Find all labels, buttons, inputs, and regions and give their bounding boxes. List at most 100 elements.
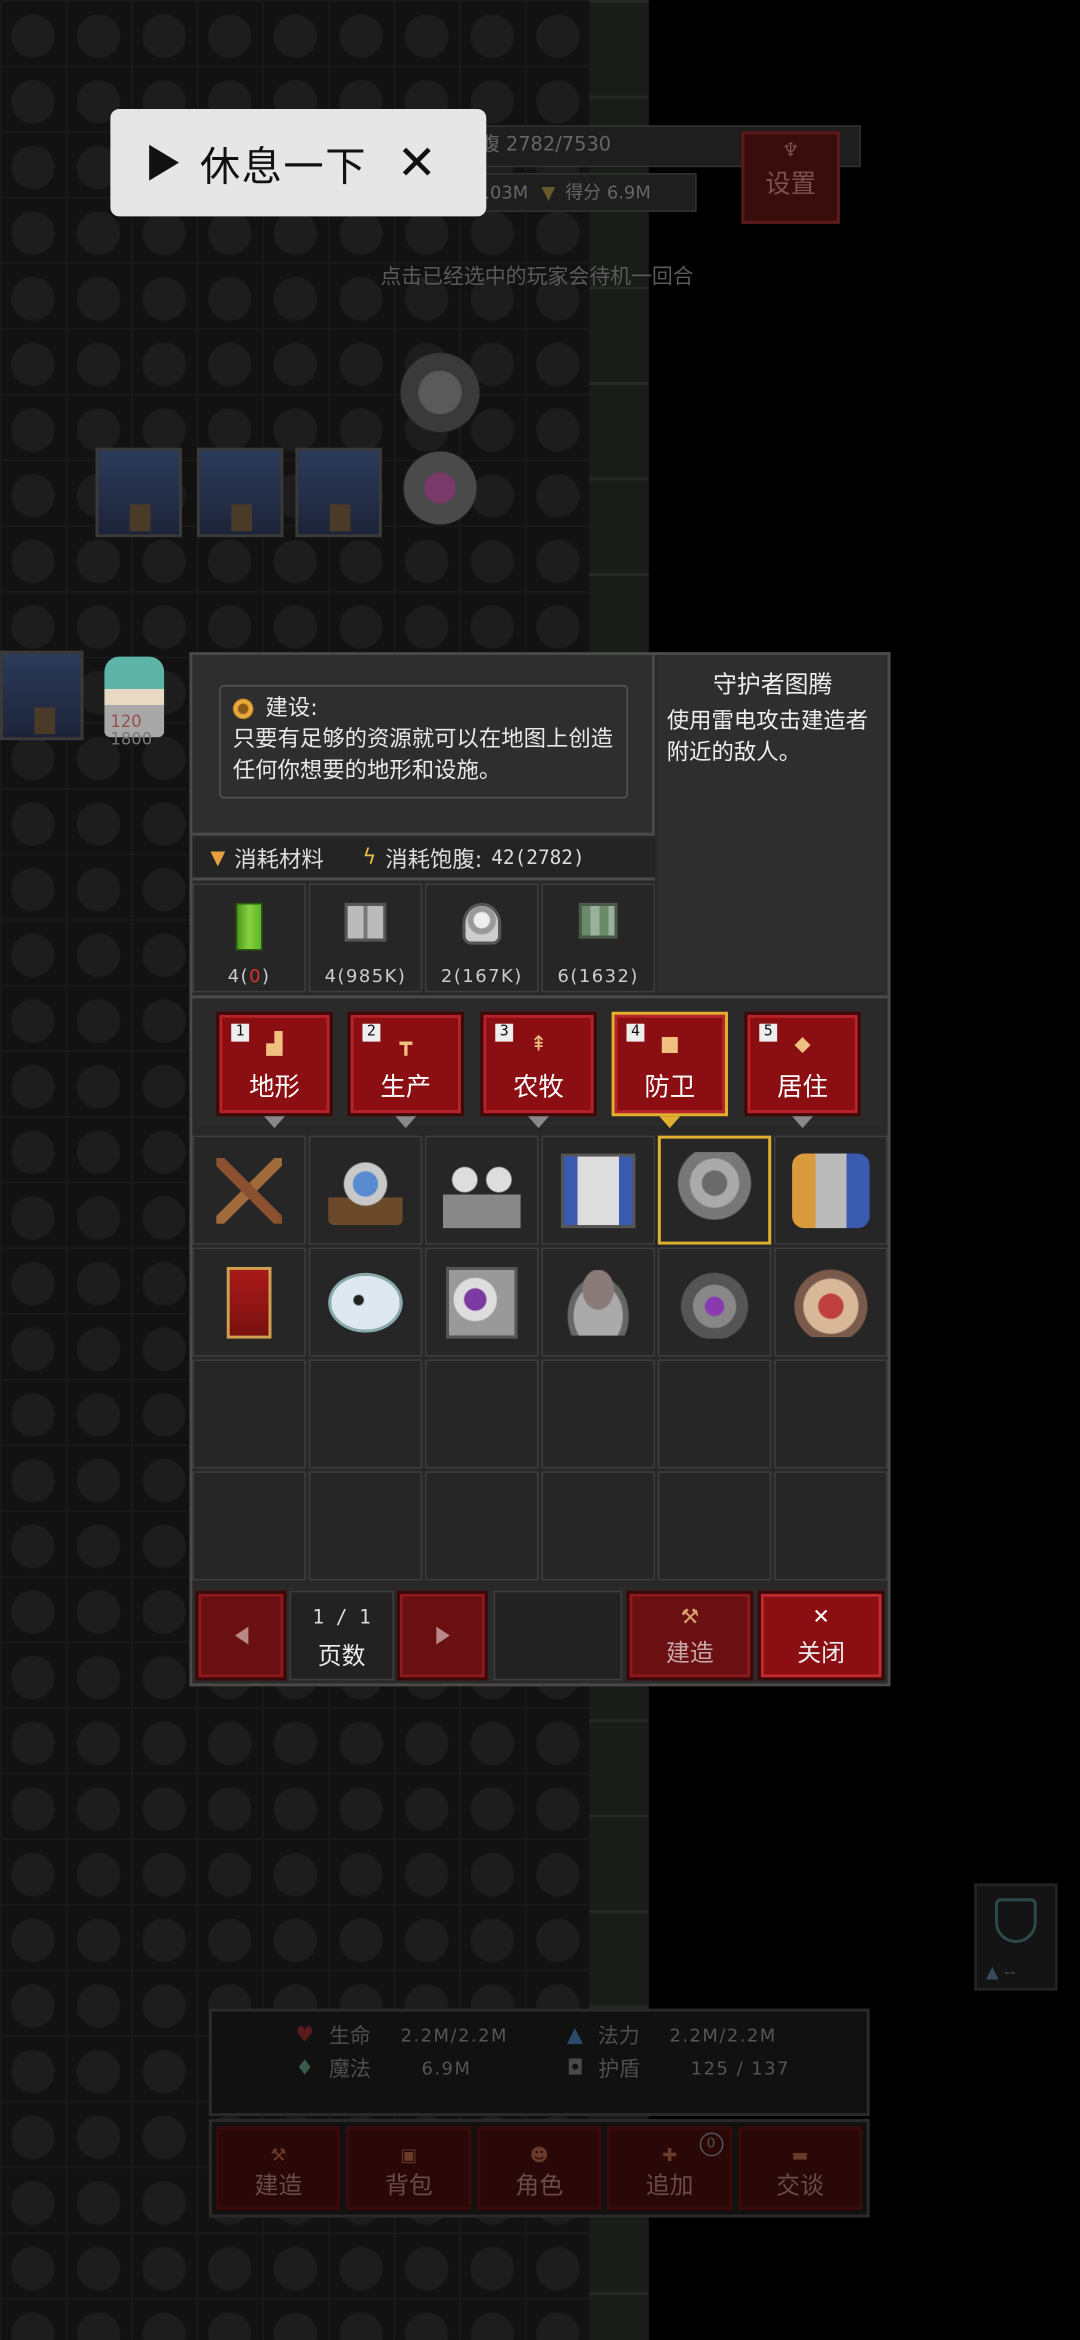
mech-turret-icon — [677, 1266, 752, 1338]
book-icon — [344, 902, 387, 942]
empty-slot[interactable] — [774, 1471, 888, 1581]
shield-label: 护盾 — [598, 2057, 641, 2082]
nav-bag-button[interactable]: ▣ 背包 — [346, 2126, 472, 2211]
purple-box-icon — [446, 1266, 518, 1338]
settings-icon: ♆ — [781, 140, 800, 163]
ballista-icon — [328, 1155, 403, 1225]
map-totem[interactable] — [396, 447, 484, 538]
crossed-sticks-icon — [216, 1157, 282, 1223]
green-crystal-icon — [235, 902, 263, 951]
map-building[interactable] — [95, 447, 182, 538]
build-info-title: 建设: — [265, 693, 318, 721]
tab-number: 2 — [362, 1023, 381, 1042]
stats-panel: ♥ 生命 2.2M/2.2M ▲ 法力 2.2M/2.2M ♦ 魔法 6.9M … — [208, 2008, 870, 2117]
material-need: 2 — [440, 965, 454, 987]
building-slot[interactable] — [425, 1247, 539, 1357]
building-slot[interactable] — [192, 1247, 306, 1357]
build-info-box: 建设: 只要有足够的资源就可以在地图上创造任何你想要的地形和设施。 — [192, 655, 655, 836]
nav-talk-button[interactable]: ▬ 交谈 — [737, 2126, 863, 2211]
map-totem[interactable] — [396, 352, 484, 442]
empty-slot[interactable] — [192, 1471, 306, 1581]
cost-satiety-label: 消耗饱腹: — [385, 845, 483, 873]
close-button[interactable]: ✕ 关闭 — [757, 1590, 885, 1681]
trophy-icon: ▼ — [541, 182, 556, 203]
empty-slot[interactable] — [308, 1471, 423, 1581]
side-shield-widget[interactable]: ▲ -- — [974, 1883, 1058, 1991]
empty-slot[interactable] — [425, 1471, 539, 1581]
shield-icon — [994, 1898, 1037, 1943]
magic-label: 魔法 — [329, 2057, 371, 2082]
empty-slot[interactable] — [541, 1471, 655, 1581]
page-indicator: 1 / 1 页数 — [289, 1590, 394, 1681]
tab-farming[interactable]: 3 ⇞ 农牧 — [480, 1011, 597, 1129]
lightning-icon: ϟ — [362, 846, 377, 871]
build-info: 建设: 只要有足够的资源就可以在地图上创造任何你想要的地形和设施。 — [219, 684, 629, 799]
material-have: 0 — [249, 965, 263, 987]
cannon-icon — [792, 1152, 870, 1228]
building-slot-selected[interactable] — [657, 1135, 772, 1245]
empty-slot[interactable] — [192, 1359, 306, 1469]
building-slot[interactable] — [541, 1247, 655, 1357]
tab-terrain[interactable]: 1 ▟ 地形 — [216, 1011, 333, 1129]
building-slot[interactable] — [192, 1135, 306, 1245]
material-slot[interactable]: 4(0) — [192, 883, 306, 993]
nav-build-button[interactable]: ⚒ 建造 — [216, 2126, 341, 2211]
materials-row: 4(0) 4(985K) 2(167K) 6(1632) — [192, 883, 655, 993]
tab-pointer-icon — [659, 1116, 681, 1129]
mp-value: 2.2M/2.2M — [669, 2025, 777, 2046]
pause-button[interactable]: 休息一下 ✕ — [110, 108, 487, 217]
building-slot[interactable] — [308, 1247, 423, 1357]
cost-materials-label: 消耗材料 — [234, 845, 324, 873]
settings-button[interactable]: ♆ 设置 — [741, 131, 840, 224]
play-icon — [149, 144, 180, 181]
material-slot[interactable]: 2(167K) — [425, 883, 539, 993]
tab-housing[interactable]: 5 ◆ 居住 — [744, 1011, 861, 1129]
tab-number: 4 — [626, 1023, 645, 1042]
mp-label: 法力 — [597, 2025, 640, 2049]
map-building[interactable] — [196, 447, 284, 538]
empty-slot[interactable] — [425, 1359, 539, 1469]
settings-label: 设置 — [765, 170, 816, 200]
tab-label: 居住 — [777, 1072, 828, 1103]
build-label: 建造 — [666, 1638, 714, 1667]
panel-controls: 1 / 1 页数 ⚒ 建造 ✕ 关闭 — [192, 1586, 888, 1684]
nav-add-button[interactable]: 0 ✚ 追加 — [607, 2126, 732, 2211]
map-building[interactable] — [0, 650, 84, 741]
page-count: 1 / 1 — [312, 1607, 371, 1630]
building-slot[interactable] — [541, 1135, 655, 1245]
empty-slot[interactable] — [657, 1359, 772, 1469]
empty-slot[interactable] — [541, 1359, 655, 1469]
building-slot[interactable] — [425, 1135, 539, 1245]
building-slot[interactable] — [774, 1135, 888, 1245]
building-description: 守护者图腾 使用雷电攻击建造者附近的敌人。 — [657, 655, 888, 993]
hp-label: 生命 — [329, 2025, 371, 2049]
empty-slot[interactable] — [308, 1359, 423, 1469]
building-slot[interactable] — [657, 1247, 772, 1357]
empty-slot[interactable] — [774, 1359, 888, 1469]
guardian-totem-icon — [677, 1151, 752, 1229]
material-slot[interactable]: 4(985K) — [308, 883, 423, 993]
blue-fort-icon — [560, 1152, 636, 1228]
hint-text: 点击已经选中的玩家会待机一回合 — [380, 265, 694, 290]
character-icon: ☻ — [529, 2144, 549, 2166]
prev-page-button[interactable] — [195, 1590, 287, 1681]
building-slot[interactable] — [774, 1247, 888, 1357]
nav-character-button[interactable]: ☻ 角色 — [477, 2126, 602, 2211]
building-slot[interactable] — [308, 1135, 423, 1245]
tab-production[interactable]: 2 ┳ 生产 — [347, 1011, 464, 1129]
map-building[interactable] — [295, 447, 382, 538]
empty-slot[interactable] — [657, 1471, 772, 1581]
building-desc: 使用雷电攻击建造者附近的敌人。 — [666, 707, 869, 766]
build-button[interactable]: ⚒ 建造 — [626, 1590, 754, 1681]
cost-row: ▼ 消耗材料 ϟ 消耗饱腹: 42(2782) — [192, 838, 655, 881]
tab-defense[interactable]: 4 ■ 防卫 — [611, 1011, 728, 1129]
chat-icon: ▬ — [791, 2144, 809, 2166]
nav-label: 角色 — [515, 2171, 564, 2200]
material-need: 4 — [227, 965, 241, 987]
tab-label: 农牧 — [513, 1072, 564, 1103]
next-page-button[interactable] — [396, 1590, 488, 1681]
ice-whale-icon — [328, 1272, 403, 1332]
building-grid — [192, 1135, 888, 1584]
material-slot[interactable]: 6(1632) — [541, 883, 655, 993]
close-icon[interactable]: ✕ — [397, 134, 437, 191]
